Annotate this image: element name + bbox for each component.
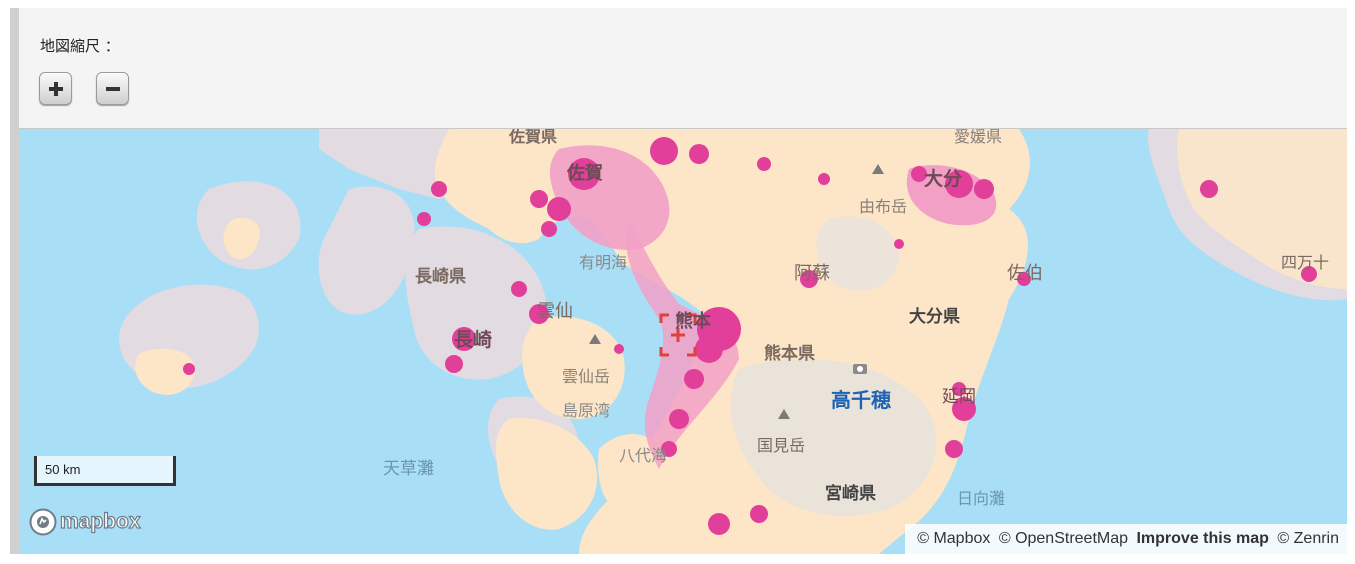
improve-map-link[interactable]: Improve this map bbox=[1136, 530, 1268, 547]
map-attribution: © Mapbox © OpenStreetMap Improve this ma… bbox=[905, 524, 1347, 554]
map-widget-frame: 地図縮尺 ： 佐賀県 佐賀 大分 由布岳 愛媛県 長崎県 有明海 阿蘇 佐伯 四… bbox=[10, 8, 1347, 554]
mapbox-logo-text: mapbox bbox=[59, 509, 141, 533]
attribution-zenrin: © Zenrin bbox=[1277, 530, 1339, 547]
control-panel: 地図縮尺 ： bbox=[19, 8, 1347, 129]
plus-icon bbox=[48, 81, 63, 96]
map-base-layer bbox=[19, 129, 1347, 554]
mapbox-logo[interactable]: mapbox bbox=[29, 508, 141, 536]
attribution-osm-link[interactable]: © OpenStreetMap bbox=[999, 530, 1128, 547]
map-scale-bar: 50 km bbox=[34, 456, 176, 486]
map-canvas[interactable]: 佐賀県 佐賀 大分 由布岳 愛媛県 長崎県 有明海 阿蘇 佐伯 四万十 雲仙 長… bbox=[19, 129, 1347, 554]
minus-icon bbox=[105, 86, 120, 91]
zoom-out-button[interactable] bbox=[96, 72, 129, 105]
attribution-mapbox-link[interactable]: © Mapbox bbox=[917, 530, 990, 547]
zoom-in-button[interactable] bbox=[39, 72, 72, 105]
mapbox-logo-icon bbox=[29, 508, 57, 536]
camera-icon bbox=[853, 364, 867, 374]
map-scale-label: 地図縮尺 ： bbox=[40, 37, 120, 55]
